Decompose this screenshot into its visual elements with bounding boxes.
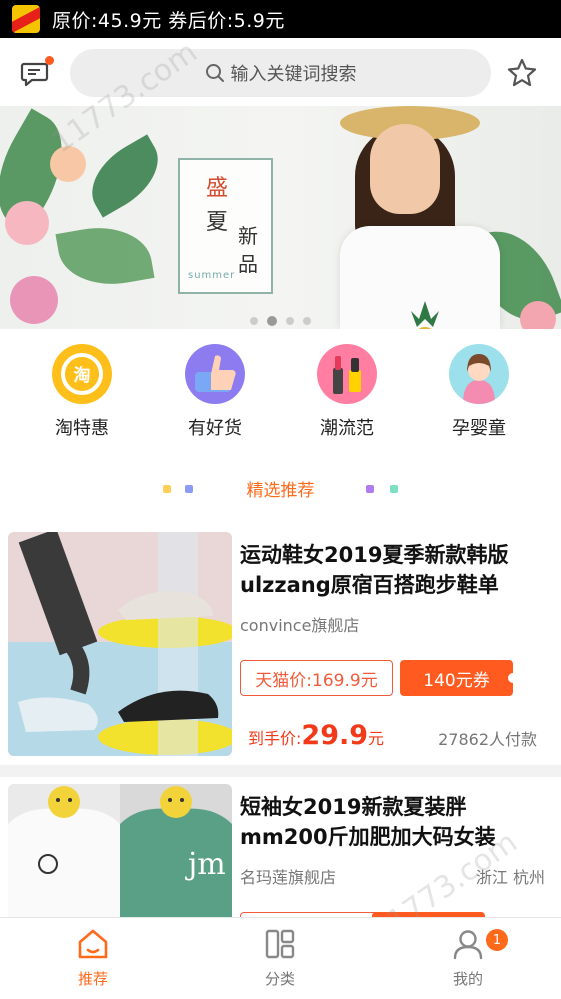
decor-square bbox=[185, 485, 193, 493]
tao-coin-icon: 淘 bbox=[52, 344, 112, 404]
carousel-dot[interactable] bbox=[286, 317, 294, 325]
status-price-text: 原价:45.9元 券后价:5.9元 bbox=[52, 9, 285, 32]
star-icon bbox=[507, 58, 537, 87]
pineapple-graphic bbox=[411, 301, 439, 329]
banner-char: 夏 bbox=[206, 210, 229, 235]
shop-name: convince旗舰店 bbox=[240, 616, 360, 635]
message-button[interactable] bbox=[20, 56, 54, 90]
category-shortcuts: 淘 淘特惠 有好货 潮流范 孕婴童 bbox=[0, 340, 561, 450]
section-header: 精选推荐 bbox=[0, 476, 561, 502]
bottom-tab-bar: 推荐 分类 我的 bbox=[0, 917, 561, 999]
product-image[interactable] bbox=[8, 532, 232, 756]
category-you-haohuo[interactable]: 有好货 bbox=[160, 340, 270, 440]
category-label: 淘特惠 bbox=[55, 418, 109, 439]
tab-label: 推荐 bbox=[77, 970, 108, 988]
home-icon bbox=[78, 929, 108, 959]
tab-label: 我的 bbox=[452, 970, 483, 988]
divider bbox=[0, 765, 561, 777]
carousel-dot[interactable] bbox=[303, 317, 311, 325]
search-icon bbox=[205, 64, 224, 82]
sales-count: 27862人付款 bbox=[438, 730, 537, 749]
leaf-decoration bbox=[77, 134, 173, 218]
category-icon bbox=[265, 929, 295, 959]
coupon-label: 140元券 bbox=[423, 670, 490, 691]
flower-decoration bbox=[520, 301, 556, 329]
product-card[interactable]: 运动鞋女2019夏季新款韩版ulzzang原宿百搭跑步鞋单 convince旗舰… bbox=[0, 532, 561, 768]
status-bar: 原价:45.9元 券后价:5.9元 bbox=[0, 0, 561, 38]
final-price-value: 29.9 bbox=[301, 720, 369, 751]
product-title[interactable]: 运动鞋女2019夏季新款韩版ulzzang原宿百搭跑步鞋单 bbox=[240, 540, 552, 600]
banner-subtitle: summer bbox=[188, 270, 236, 281]
makeup-icon bbox=[317, 344, 377, 404]
banner-char: 品 bbox=[238, 252, 258, 276]
category-label: 潮流范 bbox=[320, 418, 374, 439]
decor-square bbox=[163, 485, 171, 493]
tab-recommend[interactable]: 推荐 bbox=[53, 928, 133, 989]
category-tao-tehui[interactable]: 淘 淘特惠 bbox=[27, 340, 137, 440]
header: 输入关键词搜索 bbox=[0, 38, 561, 106]
search-placeholder: 输入关键词搜索 bbox=[230, 64, 357, 85]
flower-decoration bbox=[10, 276, 58, 324]
notification-badge: 1 bbox=[486, 929, 508, 951]
leaf-decoration bbox=[55, 218, 155, 294]
product-image[interactable]: jm bbox=[8, 784, 232, 917]
app-screen: { "status": { "text": "原价:45.9元 券后价:5.9元… bbox=[0, 0, 561, 999]
decor-square bbox=[366, 485, 374, 493]
final-price-unit: 元 bbox=[368, 729, 385, 748]
category-label: 孕婴童 bbox=[452, 418, 506, 439]
thumbs-up-icon bbox=[185, 344, 245, 404]
shop-name: 名玛莲旗舰店 bbox=[240, 868, 337, 887]
tab-label: 分类 bbox=[264, 970, 295, 988]
svg-text:淘: 淘 bbox=[74, 365, 91, 386]
mother-icon bbox=[449, 344, 509, 404]
decor-square bbox=[390, 485, 398, 493]
flower-decoration bbox=[5, 201, 49, 245]
app-logo-icon bbox=[12, 5, 40, 33]
banner-badge-char: 盛 bbox=[206, 176, 229, 201]
svg-text:jm: jm bbox=[185, 847, 226, 882]
carousel-dot[interactable] bbox=[250, 317, 258, 325]
summer-new-card: 盛 夏 新 品 summer bbox=[178, 158, 273, 294]
final-price-prefix: 到手价: bbox=[248, 729, 302, 748]
final-price: 到手价:29.9元 bbox=[248, 720, 384, 751]
unread-dot bbox=[45, 56, 54, 65]
carousel-indicator bbox=[250, 316, 311, 326]
category-yunyingtong[interactable]: 孕婴童 bbox=[424, 340, 534, 440]
banner-char: 新 bbox=[238, 224, 258, 248]
tab-category[interactable]: 分类 bbox=[240, 928, 320, 989]
category-chaoliufan[interactable]: 潮流范 bbox=[292, 340, 402, 440]
favorite-button[interactable] bbox=[506, 57, 540, 91]
section-title: 精选推荐 bbox=[246, 481, 315, 501]
carousel-dot-active[interactable] bbox=[267, 316, 277, 326]
model-face bbox=[370, 124, 440, 214]
tmall-price-tag: 天猫价:169.9元 bbox=[240, 660, 393, 696]
user-icon bbox=[453, 930, 483, 960]
category-label: 有好货 bbox=[188, 418, 242, 439]
coupon-button[interactable]: 140元券 bbox=[400, 660, 518, 696]
